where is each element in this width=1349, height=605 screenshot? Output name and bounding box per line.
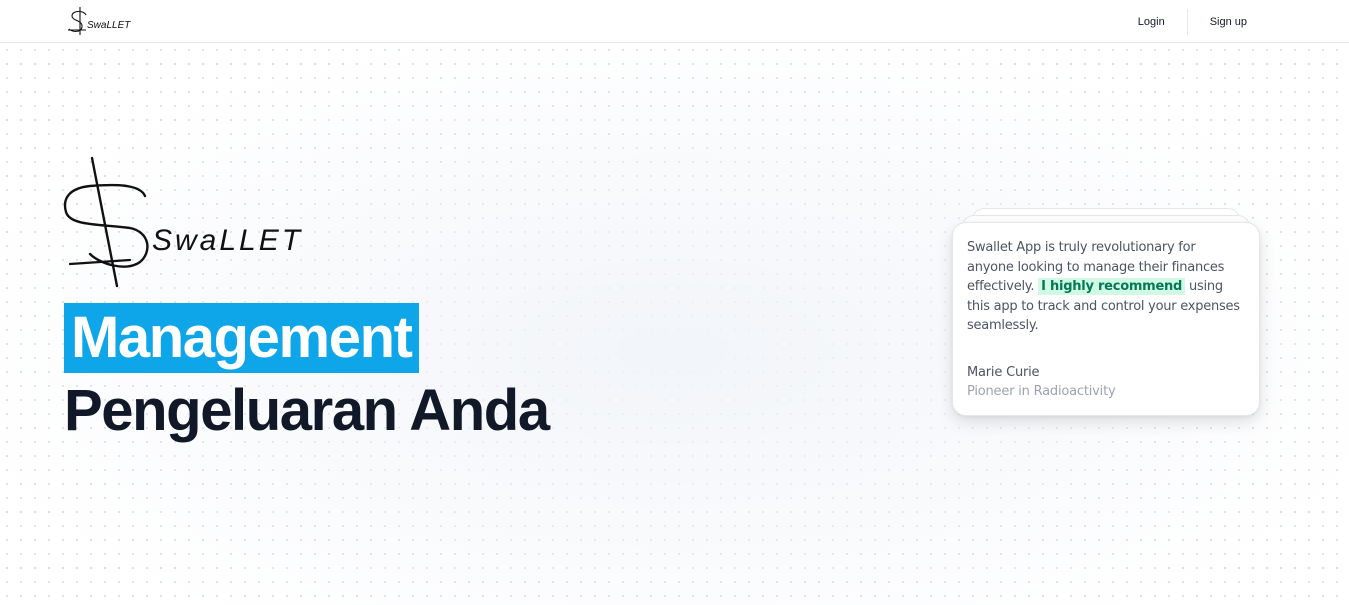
quote-highlight: I highly recommend <box>1038 278 1186 295</box>
testimonial-stack: Swallet App is truly revolutionary for a… <box>952 208 1260 418</box>
nav-links: Login Sign up <box>1116 0 1269 43</box>
nav-logo-text: SwaLLET <box>87 20 131 31</box>
login-link[interactable]: Login <box>1116 16 1187 28</box>
swallet-logo[interactable]: SwaLLET <box>66 4 138 38</box>
testimonial-card: Swallet App is truly revolutionary for a… <box>952 222 1260 416</box>
testimonial-quote: Swallet App is truly revolutionary for a… <box>967 238 1245 336</box>
headline-highlight: Management <box>64 303 419 373</box>
signup-link[interactable]: Sign up <box>1188 16 1269 28</box>
hero-logo-text: SwaLLET <box>152 224 303 257</box>
top-navbar: SwaLLET Login Sign up <box>0 0 1349 43</box>
author-name: Marie Curie <box>967 365 1040 380</box>
headline-rest: Pengeluaran Anda <box>64 378 550 443</box>
hero-section: SwaLLET Management Pengeluaran Anda Swal… <box>0 43 1349 605</box>
author-title: Pioneer in Radioactivity <box>967 384 1116 399</box>
swallet-hero-logo: SwaLLET <box>63 156 303 288</box>
